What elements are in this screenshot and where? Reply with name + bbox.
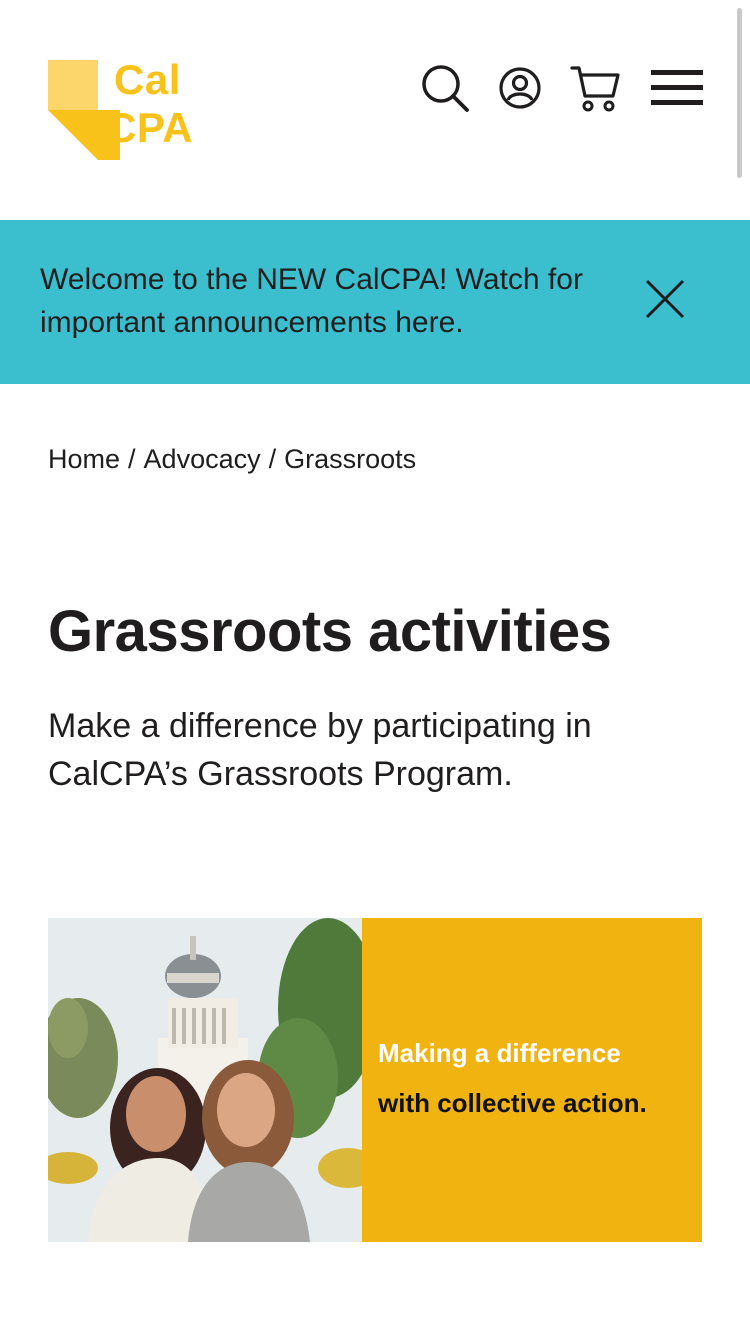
- breadcrumb-separator: /: [128, 444, 136, 474]
- scrollbar[interactable]: [737, 8, 742, 178]
- breadcrumb-current: Grassroots: [284, 444, 417, 474]
- close-icon[interactable]: [640, 274, 690, 324]
- page-subtitle: Make a difference by participating in Ca…: [48, 707, 592, 793]
- hero-panel: Making a difference with collective acti…: [362, 918, 702, 1242]
- hero-banner: Making a difference with collective acti…: [48, 918, 702, 1242]
- breadcrumb-separator: /: [268, 444, 277, 474]
- announcement-banner: Welcome to the NEW CalCPA! Watch for imp…: [0, 220, 750, 384]
- cart-icon[interactable]: [568, 62, 622, 114]
- breadcrumb-advocacy[interactable]: Advocacy: [144, 444, 261, 474]
- account-icon[interactable]: [496, 62, 544, 114]
- hero-tagline-line2: with collective action.: [378, 1088, 647, 1118]
- search-icon[interactable]: [418, 62, 472, 114]
- breadcrumb: Home / Advocacy / Grassroots: [48, 444, 416, 475]
- calcpa-logo[interactable]: Cal CPA: [48, 58, 258, 162]
- site-header: Cal CPA: [0, 0, 750, 220]
- banner-text: Welcome to the NEW CalCPA! Watch for imp…: [40, 263, 583, 339]
- logo-text-cal: Cal: [114, 56, 181, 103]
- hero-tagline-line1: Making a difference: [378, 1038, 621, 1068]
- page-title: Grassroots activities: [48, 599, 612, 664]
- menu-icon[interactable]: [650, 62, 704, 114]
- logo-text-cpa: CPA: [106, 104, 194, 151]
- breadcrumb-home[interactable]: Home: [48, 444, 120, 474]
- hero-photo: [48, 918, 362, 1242]
